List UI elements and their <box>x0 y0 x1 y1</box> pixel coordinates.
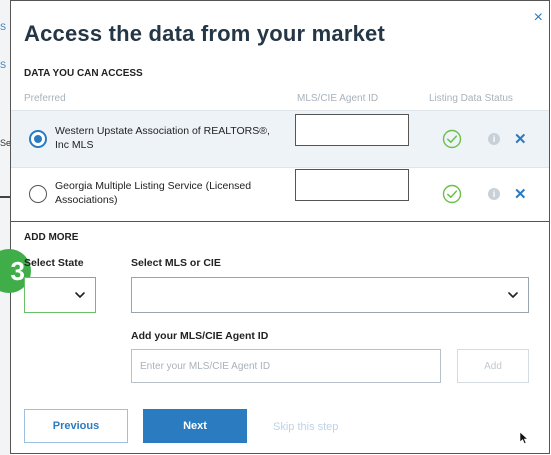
chevron-down-icon <box>75 292 85 298</box>
agent-id-label: Add your MLS/CIE Agent ID <box>131 330 269 342</box>
mls-row: Georgia Multiple Listing Service (Licens… <box>11 168 549 224</box>
remove-icon[interactable]: ✕ <box>514 130 527 148</box>
skip-step-link[interactable]: Skip this step <box>273 421 338 433</box>
select-state-label: Select State <box>24 257 84 269</box>
preferred-radio[interactable] <box>29 130 47 148</box>
add-button[interactable]: Add <box>457 349 529 383</box>
background-page: S S Se <box>0 0 11 455</box>
mls-name: Georgia Multiple Listing Service (Licens… <box>55 180 252 206</box>
background-divider <box>0 196 10 198</box>
mls-row: Western Upstate Association of REALTORS®… <box>11 110 549 168</box>
chevron-down-icon <box>508 292 518 298</box>
state-select[interactable] <box>24 277 96 313</box>
preferred-radio[interactable] <box>29 185 47 203</box>
add-more-heading: ADD MORE <box>24 232 79 243</box>
previous-button[interactable]: Previous <box>24 409 128 443</box>
check-circle-icon <box>442 184 462 204</box>
agent-id-input[interactable] <box>295 169 409 201</box>
column-header-agent-id: MLS/CIE Agent ID <box>297 93 379 104</box>
modal-title: Access the data from your market <box>24 21 385 46</box>
data-access-heading: DATA YOU CAN ACCESS <box>24 68 143 79</box>
check-circle-icon <box>442 129 462 149</box>
column-header-status: Listing Data Status <box>429 93 513 104</box>
background-text-fragment: S <box>0 60 7 70</box>
mls-name: Western Upstate Association of REALTORS®… <box>55 125 270 151</box>
next-button[interactable]: Next <box>143 409 247 443</box>
agent-id-field[interactable] <box>131 349 441 383</box>
market-data-modal: × Access the data from your market DATA … <box>0 0 550 454</box>
section-divider <box>11 221 549 222</box>
mouse-pointer-icon <box>519 431 529 444</box>
info-icon[interactable]: i <box>488 188 500 200</box>
close-icon[interactable]: × <box>534 9 543 27</box>
select-mls-label: Select MLS or CIE <box>131 257 221 269</box>
column-header-preferred: Preferred <box>24 93 66 104</box>
background-text-fragment: S <box>0 22 7 32</box>
info-icon[interactable]: i <box>488 133 500 145</box>
remove-icon[interactable]: ✕ <box>514 185 527 203</box>
mls-select[interactable] <box>131 277 529 313</box>
agent-id-input[interactable] <box>295 114 409 146</box>
